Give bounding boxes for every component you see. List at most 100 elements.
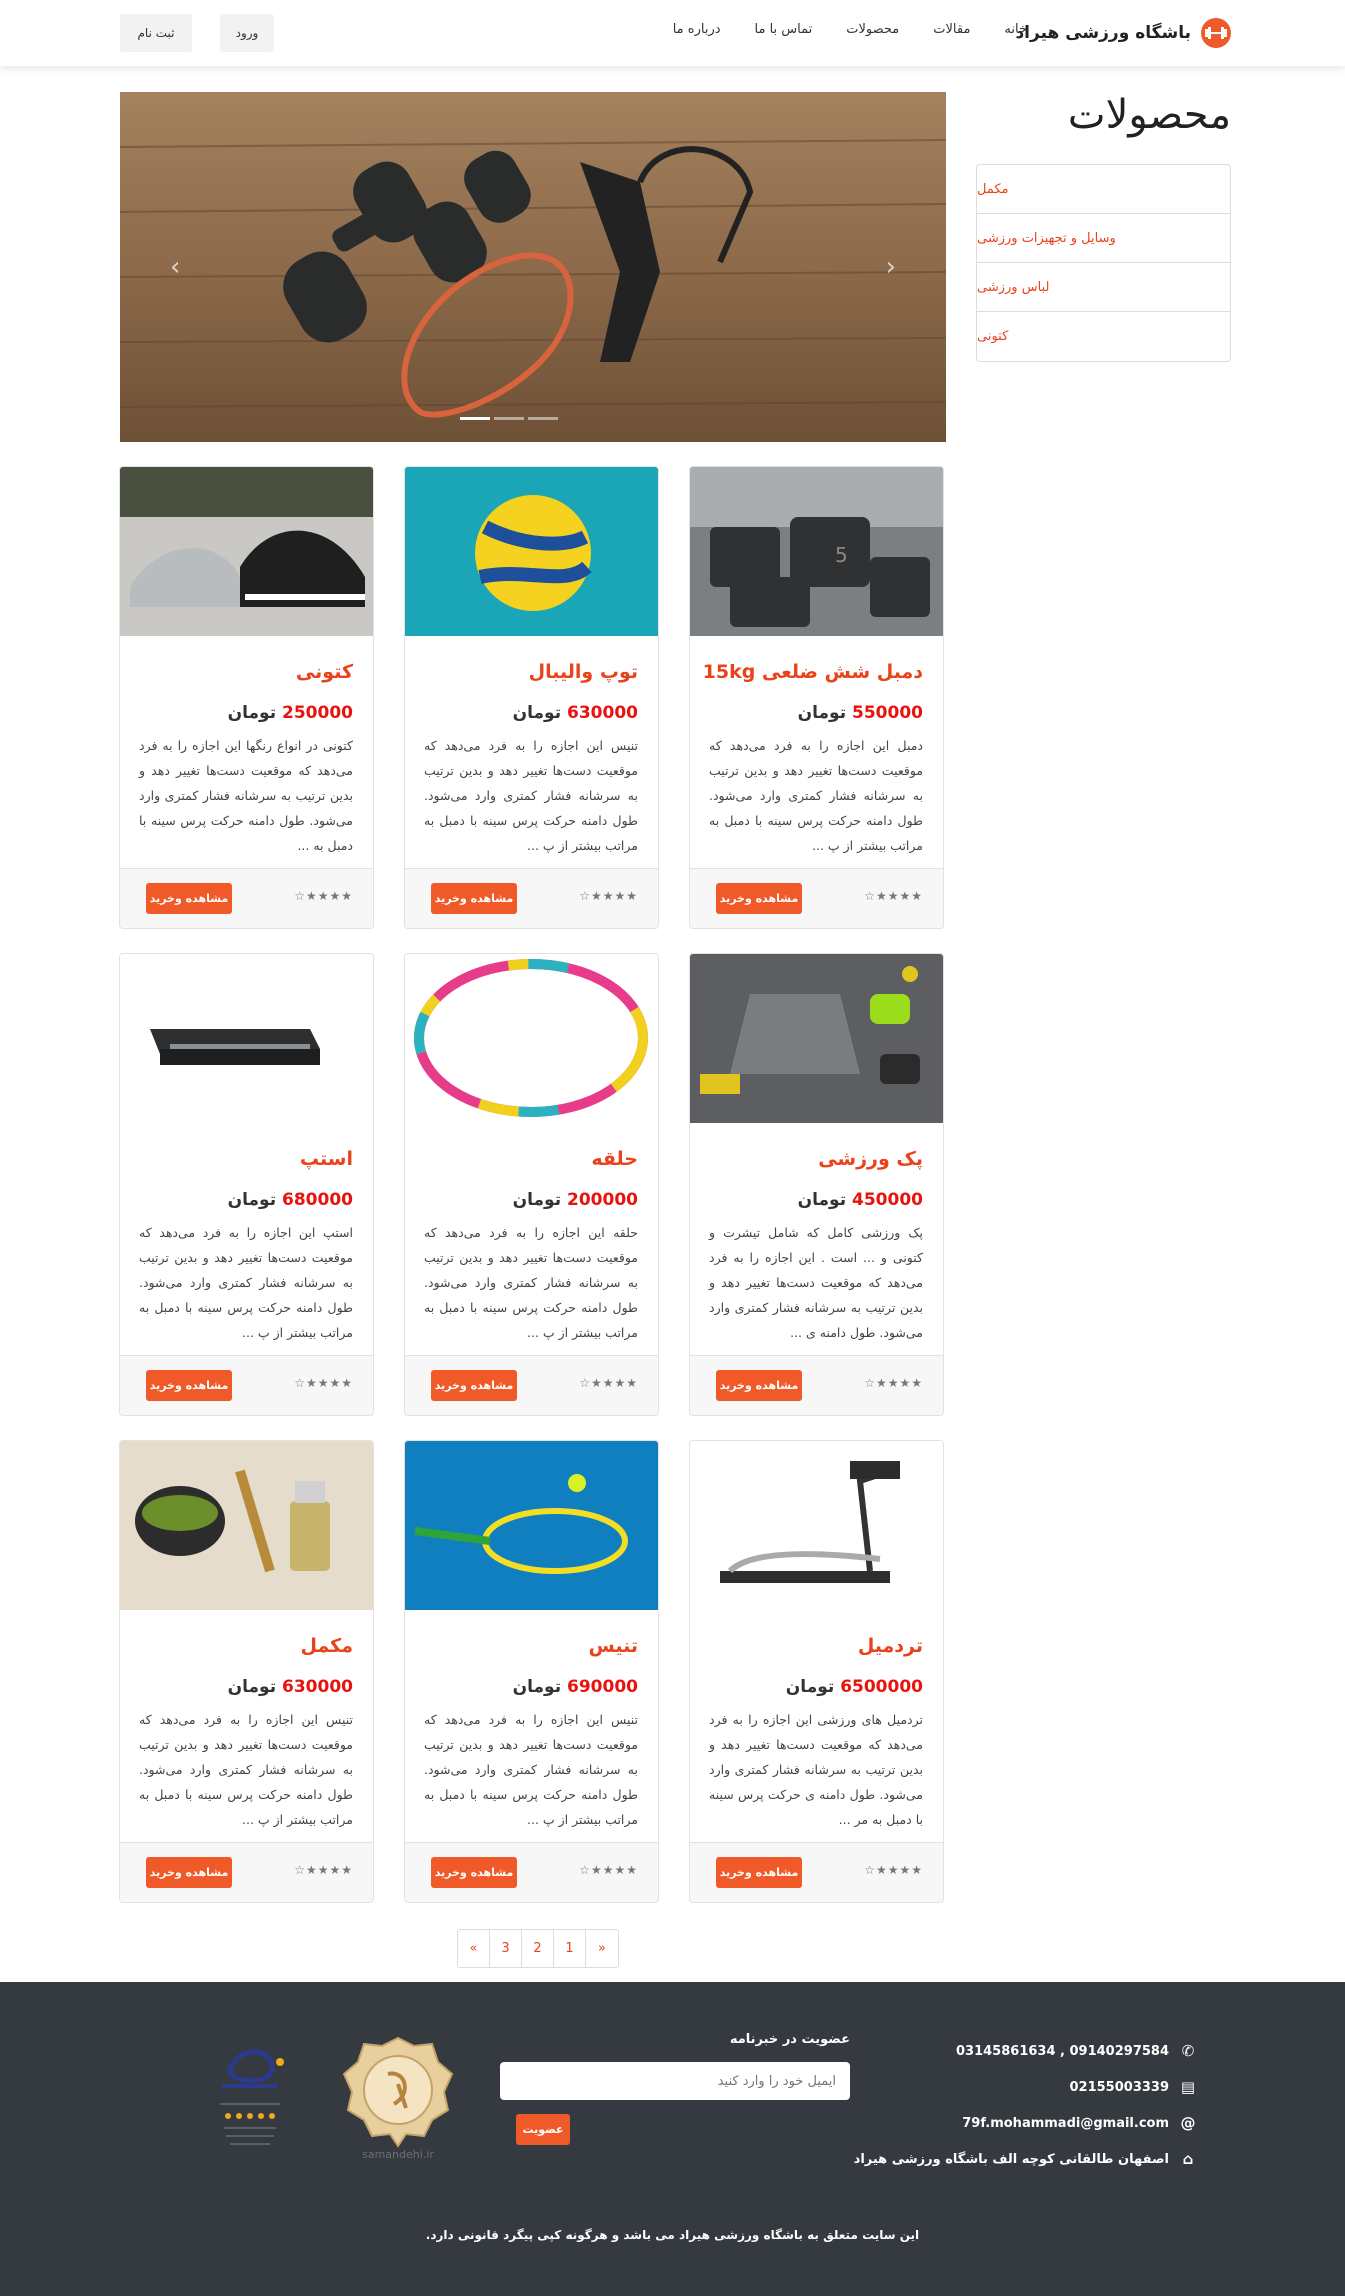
product-card[interactable]: تنیس 690000 تومان تنیس این اجازه را به فرد… <box>404 1440 659 1903</box>
product-card[interactable]: 5 دمبل شش ضلعی 15kg 550000 تومان دمبل این ا… <box>689 466 944 929</box>
carousel-indicator[interactable] <box>494 417 524 420</box>
product-title[interactable]: دمبل شش ضلعی 15kg <box>703 661 923 683</box>
category-item-clothing[interactable]: لباس ورزشی <box>977 263 1230 312</box>
brand[interactable]: باشگاه ورزشی هیراد <box>1015 18 1231 48</box>
product-image[interactable]: 5 <box>690 467 943 636</box>
carousel-prev-chevron-left-icon[interactable]: ‹ <box>170 252 180 282</box>
product-title[interactable]: پک ورزشی <box>818 1148 923 1170</box>
dumbbell-logo-icon <box>1201 18 1231 48</box>
login-button[interactable]: ورود <box>220 14 274 52</box>
page-2[interactable]: 2 <box>522 1930 554 1967</box>
enamad-badge[interactable] <box>200 2034 300 2164</box>
register-button[interactable]: ثبت نام <box>120 14 192 52</box>
product-price: 630000 تومان <box>228 1677 353 1697</box>
product-image[interactable] <box>690 954 943 1123</box>
product-card[interactable]: پک ورزشی 450000 تومان پک ورزشی کامل که شام… <box>689 953 944 1416</box>
product-title[interactable]: کتونی <box>296 661 353 683</box>
nav-links: خانه مقالات محصولات تماس با ما درباره ما <box>673 22 1027 37</box>
product-card[interactable]: توپ والیبال 630000 تومان تنیس این اجازه را… <box>404 466 659 929</box>
page-1[interactable]: 1 <box>554 1930 586 1967</box>
view-and-buy-button[interactable]: مشاهده وخرید <box>146 883 232 914</box>
page-prev[interactable]: « <box>458 1930 490 1967</box>
hero-carousel[interactable]: ‹ › <box>120 92 946 442</box>
address-text: اصفهان طالقانی کوچه الف باشگاه ورزشی هیر… <box>853 2151 1169 2167</box>
product-image[interactable] <box>405 467 658 636</box>
nav-link-articles[interactable]: مقالات <box>933 22 970 37</box>
view-and-buy-button[interactable]: مشاهده وخرید <box>431 883 517 914</box>
product-description: کتونی در انواع رنگها این اجازه را به فرد… <box>139 738 353 853</box>
carousel-next-chevron-right-icon[interactable]: › <box>886 252 896 282</box>
svg-text:5: 5 <box>835 543 848 567</box>
samandehi-seal-icon: samandehi.ir <box>342 2036 454 2161</box>
price-currency: تومان <box>512 1677 562 1697</box>
category-item-shoes[interactable]: کتونی <box>977 312 1230 361</box>
product-title[interactable]: مکمل <box>300 1635 353 1657</box>
price-currency: تومان <box>512 1190 562 1210</box>
price-value: 250000 <box>282 703 353 723</box>
product-title[interactable]: توپ والیبال <box>529 661 638 683</box>
phone-icon: ✆ <box>1181 2042 1195 2060</box>
view-and-buy-button[interactable]: مشاهده وخرید <box>716 1857 802 1888</box>
product-title[interactable]: حلقه <box>591 1148 638 1170</box>
carousel-indicator[interactable] <box>460 417 490 420</box>
price-currency: تومان <box>785 1677 835 1697</box>
product-description: حلقه این اجازه را به فرد می‌دهد که موقعی… <box>424 1225 638 1340</box>
product-card[interactable]: تردمیل 6500000 تومان تردمیل های ورزشی این … <box>689 1440 944 1903</box>
product-image[interactable] <box>690 1441 943 1610</box>
product-description: تردمیل های ورزشی این اجازه را به فرد می‌… <box>709 1712 923 1827</box>
product-card-footer: مشاهده وخرید ☆★★★★ <box>690 868 943 928</box>
product-price: 250000 تومان <box>228 703 353 723</box>
product-description: تنیس این اجازه را به فرد می‌دهد که موقعی… <box>139 1712 353 1827</box>
rating-stars-icon: ☆★★★★ <box>294 1376 353 1390</box>
newsletter-email-input[interactable] <box>500 2062 850 2100</box>
product-image[interactable] <box>405 954 658 1123</box>
samandehi-badge[interactable]: samandehi.ir <box>336 2034 460 2164</box>
carousel-indicators <box>460 417 558 420</box>
email-text[interactable]: 79f.mohammadi@gmail.com <box>962 2116 1169 2131</box>
fax-icon: ▤ <box>1180 2078 1196 2096</box>
nav-link-contact[interactable]: تماس با ما <box>755 22 813 37</box>
rating-stars-icon: ☆★★★★ <box>294 1863 353 1877</box>
product-image[interactable] <box>120 467 373 636</box>
product-image[interactable] <box>120 954 373 1123</box>
product-card[interactable]: مکمل 630000 تومان تنیس این اجازه را به فرد… <box>119 1440 374 1903</box>
product-card[interactable]: حلقه 200000 تومان حلقه این اجازه را به فرد… <box>404 953 659 1416</box>
product-card-footer: مشاهده وخرید ☆★★★★ <box>405 1842 658 1902</box>
svg-text:samandehi.ir: samandehi.ir <box>362 2148 434 2161</box>
product-title[interactable]: تردمیل <box>858 1635 923 1657</box>
nav-link-products[interactable]: محصولات <box>846 22 899 37</box>
view-and-buy-button[interactable]: مشاهده وخرید <box>431 1370 517 1401</box>
product-title[interactable]: تنیس <box>588 1635 638 1657</box>
rating-stars-icon: ☆★★★★ <box>579 889 638 903</box>
view-and-buy-button[interactable]: مشاهده وخرید <box>146 1370 232 1401</box>
rating-stars-icon: ☆★★★★ <box>294 889 353 903</box>
nav-link-home[interactable]: خانه <box>1004 22 1027 37</box>
page-3[interactable]: 3 <box>490 1930 522 1967</box>
product-title[interactable]: استپ <box>300 1148 353 1170</box>
view-and-buy-button[interactable]: مشاهده وخرید <box>431 1857 517 1888</box>
price-value: 200000 <box>567 1190 638 1210</box>
rating-stars-icon: ☆★★★★ <box>864 1376 923 1390</box>
product-description: تنیس این اجازه را به فرد می‌دهد که موقعی… <box>424 738 638 853</box>
price-currency: تومان <box>512 703 562 723</box>
rating-stars-icon: ☆★★★★ <box>864 889 923 903</box>
home-icon: ⌂ <box>1182 2150 1194 2168</box>
product-image[interactable] <box>405 1441 658 1610</box>
category-item-supplement[interactable]: مکمل <box>977 165 1230 214</box>
nav-link-about[interactable]: درباره ما <box>673 22 721 37</box>
view-and-buy-button[interactable]: مشاهده وخرید <box>146 1857 232 1888</box>
product-image[interactable] <box>120 1441 373 1610</box>
price-currency: تومان <box>797 703 847 723</box>
price-value: 630000 <box>567 703 638 723</box>
category-item-equipment[interactable]: وسایل و تجهیزات ورزشی <box>977 214 1230 263</box>
newsletter-subscribe-button[interactable]: عضویت <box>516 2114 570 2145</box>
page-next[interactable]: » <box>586 1930 618 1967</box>
view-and-buy-button[interactable]: مشاهده وخرید <box>716 883 802 914</box>
price-currency: تومان <box>227 703 277 723</box>
carousel-indicator[interactable] <box>528 417 558 420</box>
product-card[interactable]: استپ 680000 تومان استپ این اجازه را به فرد… <box>119 953 374 1416</box>
product-card[interactable]: کتونی 250000 تومان کتونی در انواع رنگها ای… <box>119 466 374 929</box>
rating-stars-icon: ☆★★★★ <box>864 1863 923 1877</box>
price-currency: تومان <box>227 1677 277 1697</box>
view-and-buy-button[interactable]: مشاهده وخرید <box>716 1370 802 1401</box>
